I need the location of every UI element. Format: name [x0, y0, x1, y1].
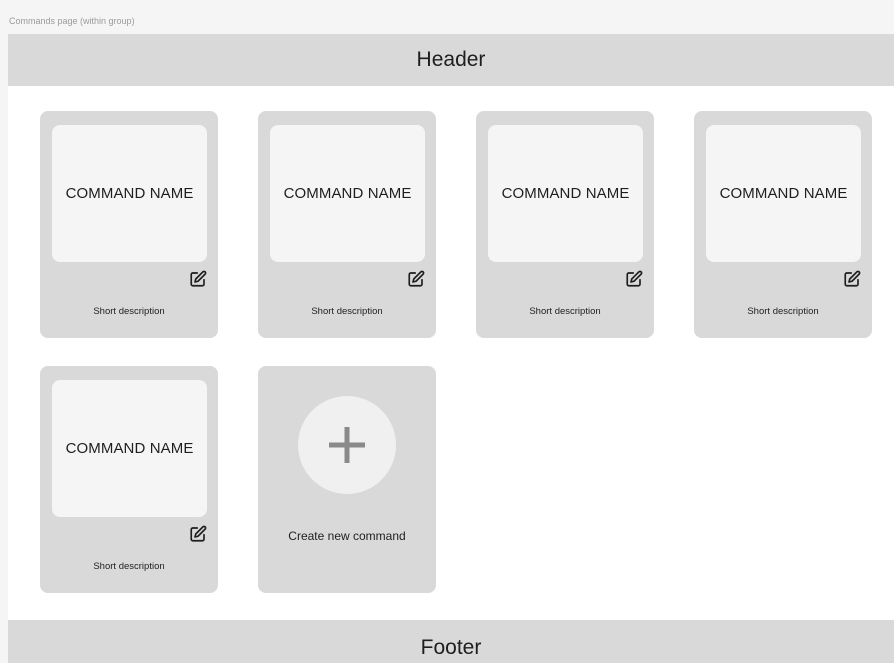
command-description: Short description: [93, 561, 165, 572]
command-card[interactable]: COMMAND NAME Short description: [40, 366, 218, 593]
create-circle[interactable]: [298, 396, 396, 494]
edit-icon[interactable]: [406, 269, 426, 289]
command-card[interactable]: COMMAND NAME Short description: [694, 111, 872, 338]
frame-label: Commands page (within group): [9, 16, 135, 26]
command-description: Short description: [93, 306, 165, 317]
command-name: COMMAND NAME: [52, 380, 207, 517]
command-name: COMMAND NAME: [52, 125, 207, 262]
command-card[interactable]: COMMAND NAME Short description: [40, 111, 218, 338]
command-card[interactable]: COMMAND NAME Short description: [476, 111, 654, 338]
command-description: Short description: [529, 306, 601, 317]
create-command-card[interactable]: Create new command: [258, 366, 436, 593]
commands-page: Header COMMAND NAME Short description CO…: [8, 34, 894, 663]
command-name: COMMAND NAME: [488, 125, 643, 262]
edit-icon[interactable]: [624, 269, 644, 289]
edit-icon[interactable]: [842, 269, 862, 289]
page-footer: Footer: [8, 620, 894, 663]
command-name: COMMAND NAME: [270, 125, 425, 262]
create-command-label: Create new command: [288, 529, 406, 543]
page-header: Header: [8, 34, 894, 86]
command-description: Short description: [747, 306, 819, 317]
command-description: Short description: [311, 306, 383, 317]
edit-icon[interactable]: [188, 269, 208, 289]
command-card[interactable]: COMMAND NAME Short description: [258, 111, 436, 338]
plus-icon: [329, 427, 365, 463]
command-name: COMMAND NAME: [706, 125, 861, 262]
edit-icon[interactable]: [188, 524, 208, 544]
